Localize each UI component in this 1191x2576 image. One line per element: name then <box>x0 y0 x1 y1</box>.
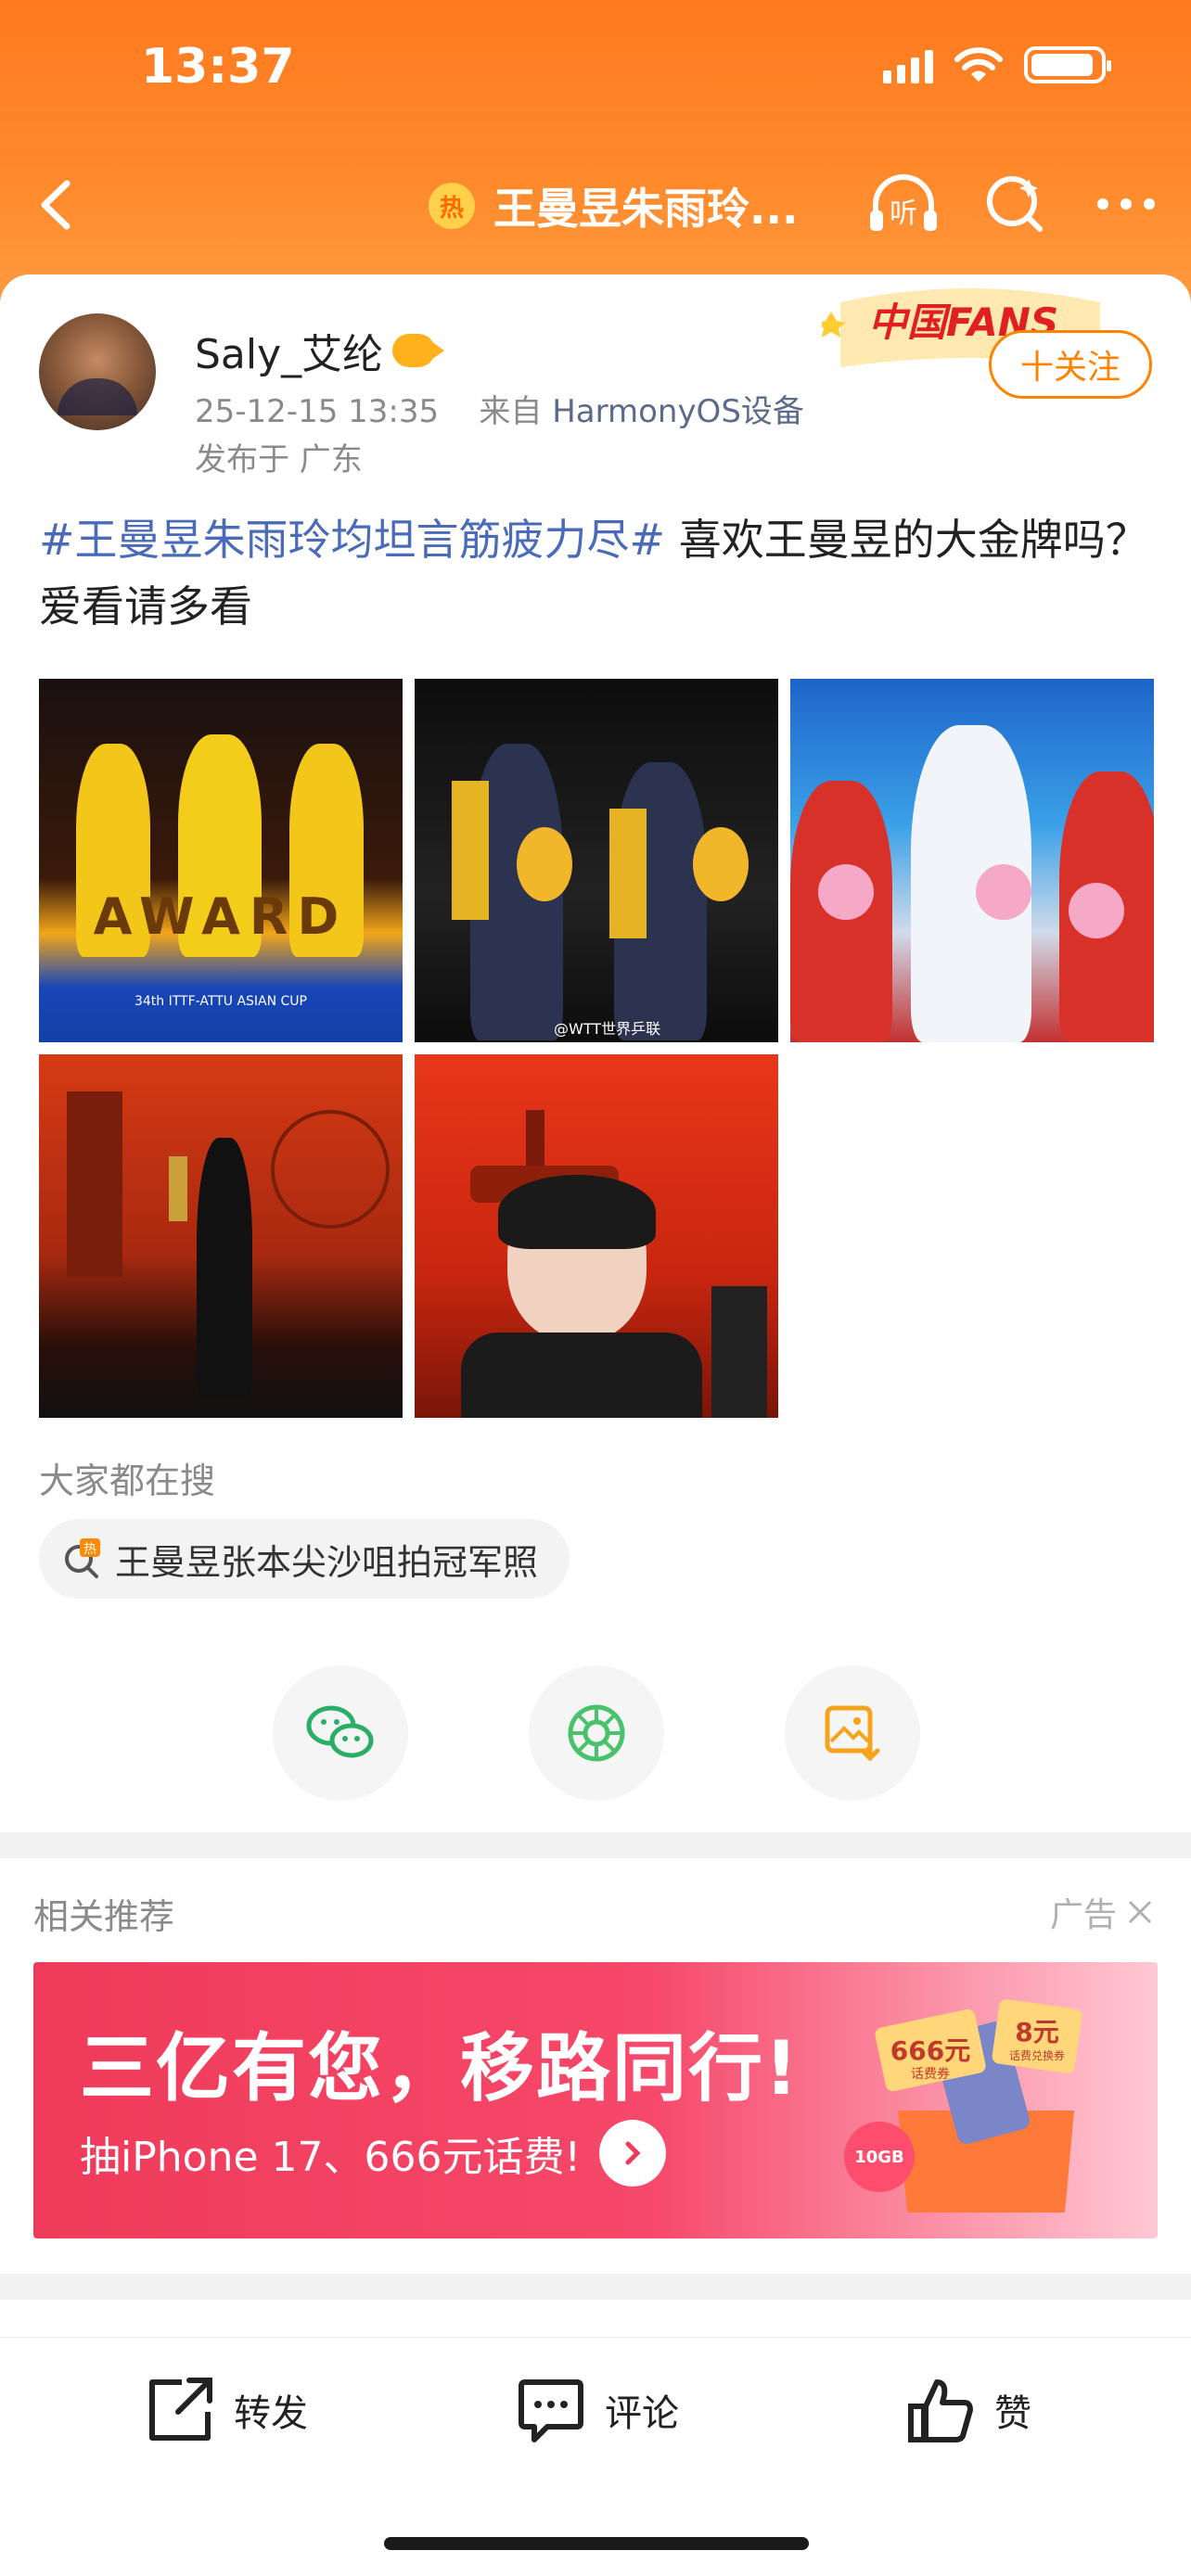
home-indicator <box>384 2537 809 2550</box>
photo-5[interactable] <box>415 1054 778 1418</box>
topic-hashtag[interactable]: #王曼昱朱雨玲均坦言筋疲力尽# <box>39 515 665 565</box>
post-card: Saly_艾纶 25-12-15 13:35 来自 HarmonyOS设备 发布… <box>0 274 1191 1832</box>
gift-box-illustration: 666元 话费券 8元 话费兑换券 10GB <box>844 1999 1082 2213</box>
ad-headline: 三亿有您，移路同行! <box>80 2025 800 2111</box>
avatar[interactable] <box>39 313 156 430</box>
repost-label: 转发 <box>234 2392 308 2435</box>
photo-3[interactable] <box>790 679 1154 1042</box>
related-header: 相关推荐 广告 <box>0 1860 1191 1953</box>
hot-search-icon: 热 <box>65 1538 100 1578</box>
photo-1-caption: AWARD <box>93 887 349 946</box>
svg-text:8元: 8元 <box>1015 2017 1058 2047</box>
back-arrow-icon[interactable] <box>28 172 83 237</box>
post-meta: 25-12-15 13:35 来自 HarmonyOS设备 <box>195 386 804 431</box>
like-button[interactable]: 赞 <box>905 2375 1031 2445</box>
moments-icon <box>568 1704 625 1762</box>
status-time: 13:37 <box>141 39 295 95</box>
svg-text:666元: 666元 <box>890 2035 970 2066</box>
headphones-icon: 听 <box>870 174 937 231</box>
follow-button[interactable]: 十关注 <box>989 330 1152 399</box>
ad-tag[interactable]: 广告 <box>1050 1888 1154 1936</box>
wifi-icon <box>954 47 1003 82</box>
share-row <box>273 1665 922 1804</box>
source-device[interactable]: HarmonyOS设备 <box>552 393 804 430</box>
photo-4[interactable] <box>39 1054 403 1418</box>
close-icon[interactable] <box>1126 1898 1154 1926</box>
photo-2-watermark: @WTT世界乒联 <box>554 1020 661 1038</box>
save-image-button[interactable] <box>785 1665 920 1801</box>
section-divider-2 <box>0 2274 1191 2300</box>
ad-banner[interactable]: 三亿有您，移路同行! 抽iPhone 17、666元话费! 666元 话费券 8… <box>33 1962 1158 2238</box>
header: 13:37 热 王曼昱朱雨玲... 听 <box>0 0 1191 306</box>
search-icon <box>987 176 1043 232</box>
save-image-icon <box>825 1705 880 1762</box>
share-moments-button[interactable] <box>529 1665 664 1801</box>
section-divider <box>0 1832 1191 1858</box>
trending-search-label: 大家都在搜 <box>39 1460 216 1501</box>
trending-search-chip[interactable]: 热 王曼昱张本尖沙咀拍冠军照 <box>39 1519 570 1599</box>
photo-1[interactable]: AWARD 34th ITTF-ATTU ASIAN CUP <box>39 679 403 1042</box>
share-arrow-icon <box>149 2378 212 2441</box>
share-wechat-button[interactable] <box>273 1665 408 1801</box>
ad-arrow-button[interactable] <box>599 2120 667 2187</box>
thumbs-up-icon <box>908 2379 973 2442</box>
like-label: 赞 <box>994 2392 1031 2435</box>
bottom-action-bar: 转发 评论 赞 <box>0 2337 1191 2486</box>
nav-title-group[interactable]: 热 王曼昱朱雨玲... <box>429 159 798 252</box>
author-row[interactable]: Saly_艾纶 <box>195 321 445 380</box>
post-time: 25-12-15 13:35 <box>195 393 440 430</box>
svg-text:话费兑换券: 话费兑换券 <box>1009 2048 1065 2062</box>
post-location: 发布于 广东 <box>195 441 363 478</box>
repost-button[interactable]: 转发 <box>145 2375 308 2445</box>
chevron-right-icon <box>625 2141 641 2165</box>
wechat-icon <box>306 1705 374 1758</box>
cellular-signal-icon <box>883 46 933 83</box>
ad-subline: 抽iPhone 17、666元话费! <box>80 2120 667 2187</box>
vip-fish-badge-icon <box>392 334 445 367</box>
comment-label: 评论 <box>605 2392 679 2435</box>
page-title: 王曼昱朱雨玲... <box>493 184 799 234</box>
photo-1-subcaption: 34th ITTF-ATTU ASIAN CUP <box>134 994 307 1009</box>
hot-badge-icon: 热 <box>429 183 475 229</box>
more-button[interactable] <box>1089 167 1163 241</box>
photo-2[interactable]: @WTT世界乒联 <box>415 679 778 1042</box>
related-title: 相关推荐 <box>33 1896 175 1937</box>
author-name: Saly_艾纶 <box>195 331 384 378</box>
more-dots-icon <box>1097 198 1155 210</box>
status-icons <box>883 46 1111 83</box>
comment-button[interactable]: 评论 <box>516 2375 679 2445</box>
nav-actions: 听 <box>866 167 1163 241</box>
svg-text:10GB: 10GB <box>854 2148 904 2167</box>
battery-icon <box>1024 46 1111 83</box>
ad-label: 广告 <box>1049 1896 1117 1934</box>
listen-button[interactable]: 听 <box>866 167 941 241</box>
navigation-bar: 热 王曼昱朱雨玲... 听 <box>0 139 1191 269</box>
svg-text:热: 热 <box>83 1542 96 1557</box>
search-button[interactable] <box>978 167 1052 241</box>
svg-text:话费券: 话费券 <box>911 2067 950 2082</box>
ad-subline-text: 抽iPhone 17、666元话费! <box>80 2134 582 2181</box>
svg-text:听: 听 <box>890 198 917 230</box>
comment-bubble-icon <box>519 2379 583 2442</box>
trending-search-text: 王曼昱张本尖沙咀拍冠军照 <box>115 1541 539 1583</box>
post-body: #王曼昱朱雨玲均坦言筋疲力尽# 喜欢王曼昱的大金牌吗？爱看请多看 <box>39 506 1152 640</box>
source-prefix: 来自 <box>479 393 543 430</box>
